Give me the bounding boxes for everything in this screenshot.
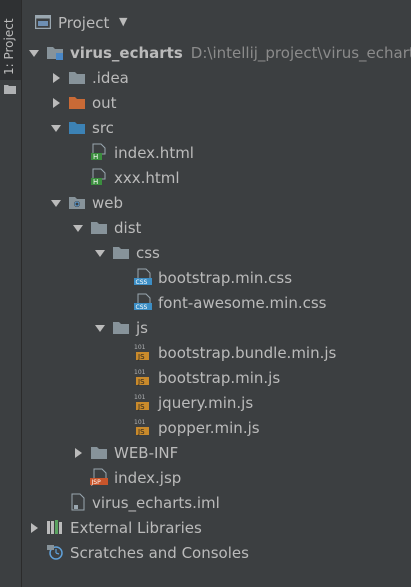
tree-row-virus-echarts[interactable]: virus_echarts D:\intellij_project\virus_e…: [22, 40, 411, 65]
tree-item-label: out: [92, 94, 117, 112]
tree-row-external-libraries[interactable]: External Libraries: [22, 515, 411, 540]
source-folder-icon: [69, 122, 85, 134]
tree-row-web-inf[interactable]: WEB-INF: [22, 440, 411, 465]
tree-item-label: External Libraries: [70, 519, 202, 537]
tree-row-dist[interactable]: dist: [22, 215, 411, 240]
chevron-down-icon[interactable]: ▼: [119, 15, 127, 28]
tree-item-label: index.html: [114, 144, 194, 162]
svg-text:101: 101: [134, 344, 146, 351]
expanded-arrow-icon[interactable]: [28, 47, 40, 59]
js-file-icon: 101 JS: [134, 394, 149, 411]
svg-text:JSP: JSP: [91, 479, 102, 486]
tree-row-xxx-html[interactable]: Hxxx.html: [22, 165, 411, 190]
svg-text:JS: JS: [137, 428, 145, 436]
css-file-icon: CSS: [134, 268, 152, 286]
svg-text:101: 101: [134, 394, 146, 401]
module-path: D:\intellij_project\virus_echarts: [190, 44, 411, 62]
tree-row-bootstrap-bundle-min-js[interactable]: 101 JS bootstrap.bundle.min.js: [22, 340, 411, 365]
tree-row-jquery-min-js[interactable]: 101 JS jquery.min.js: [22, 390, 411, 415]
module-folder-icon: [47, 47, 63, 60]
project-panel-header: Project ▼: [22, 0, 411, 38]
web-folder-icon: [69, 197, 85, 209]
collapsed-arrow-icon[interactable]: [72, 447, 84, 459]
collapsed-arrow-icon[interactable]: [50, 97, 62, 109]
tool-window-stripe: 1: Project: [0, 0, 22, 587]
tree-item-label: js: [136, 319, 148, 337]
html-file-icon: H: [91, 168, 106, 186]
tree-row-out[interactable]: out: [22, 90, 411, 115]
folder-icon: [91, 447, 107, 459]
jsp-file-icon: JSP: [90, 468, 108, 486]
folder-icon: [113, 322, 129, 334]
folder-icon: [69, 72, 85, 84]
expanded-arrow-icon[interactable]: [94, 247, 106, 259]
tree-item-label: Scratches and Consoles: [70, 544, 249, 562]
svg-text:H: H: [93, 178, 98, 186]
tree-item-label: src: [92, 119, 114, 137]
tree-row-index-jsp[interactable]: JSP index.jsp: [22, 465, 411, 490]
tree-item-label: popper.min.js: [158, 419, 260, 437]
tree-row-index-html[interactable]: Hindex.html: [22, 140, 411, 165]
svg-text:101: 101: [134, 369, 146, 376]
css-file-icon: CSS: [134, 293, 152, 311]
tree-item-label: bootstrap.bundle.min.js: [158, 344, 337, 362]
folder-icon: [91, 222, 107, 234]
excluded-folder-icon: [69, 97, 85, 109]
expanded-arrow-icon[interactable]: [94, 322, 106, 334]
scratches-icon: [47, 545, 63, 560]
tree-item-label: web: [92, 194, 124, 212]
tree-item-label: dist: [114, 219, 142, 237]
project-stripe-label[interactable]: 1: Project: [2, 5, 16, 75]
tree-item-label: virus_echarts D:\intellij_project\virus_e…: [70, 44, 411, 62]
html-file-icon: H: [91, 143, 106, 161]
project-panel: Project ▼ virus_echarts D:\intellij_proje…: [22, 0, 411, 587]
tree-item-label: bootstrap.min.css: [158, 269, 293, 287]
tree-row-virus-echarts-iml[interactable]: virus_echarts.iml: [22, 490, 411, 515]
svg-text:JS: JS: [137, 353, 145, 361]
tree-row-font-awesome-min-css[interactable]: CSS font-awesome.min.css: [22, 290, 411, 315]
tree-item-label: xxx.html: [114, 169, 180, 187]
collapsed-arrow-icon[interactable]: [50, 72, 62, 84]
tree-row-popper-min-js[interactable]: 101 JS popper.min.js: [22, 415, 411, 440]
tree-row-bootstrap-min-js[interactable]: 101 JS bootstrap.min.js: [22, 365, 411, 390]
tree-row-js[interactable]: js: [22, 315, 411, 340]
collapsed-arrow-icon[interactable]: [28, 522, 40, 534]
js-file-icon: 101 JS: [134, 344, 149, 361]
js-file-icon: 101 JS: [134, 419, 149, 436]
project-stripe-tab[interactable]: 1: Project: [0, 0, 21, 80]
svg-text:CSS: CSS: [136, 279, 148, 286]
tree-row-idea[interactable]: .idea: [22, 65, 411, 90]
tree-item-label: index.jsp: [114, 469, 182, 487]
project-view-title[interactable]: Project: [58, 14, 109, 32]
tree-item-label: jquery.min.js: [158, 394, 254, 412]
tree-item-label: WEB-INF: [114, 444, 179, 462]
svg-text:101: 101: [134, 419, 146, 426]
svg-text:JS: JS: [137, 403, 145, 411]
folder-icon: [113, 247, 129, 259]
project-view-icon: [35, 15, 51, 29]
js-file-icon: 101 JS: [134, 369, 149, 386]
tree-item-label: .idea: [92, 69, 129, 87]
libraries-icon: [47, 520, 62, 534]
tree-item-label: virus_echarts.iml: [92, 494, 220, 512]
tree-row-src[interactable]: src: [22, 115, 411, 140]
tree-item-label: css: [136, 244, 160, 262]
tree-row-bootstrap-min-css[interactable]: CSS bootstrap.min.css: [22, 265, 411, 290]
expanded-arrow-icon[interactable]: [50, 122, 62, 134]
tree-row-web[interactable]: web: [22, 190, 411, 215]
tree-row-css[interactable]: css: [22, 240, 411, 265]
tree-row-scratches-and-consoles[interactable]: Scratches and Consoles: [22, 540, 411, 565]
tree-item-label: bootstrap.min.js: [158, 369, 281, 387]
tree-item-label: font-awesome.min.css: [158, 294, 327, 312]
svg-text:JS: JS: [137, 378, 145, 386]
folder-icon: [4, 85, 16, 94]
svg-text:H: H: [93, 153, 98, 161]
expanded-arrow-icon[interactable]: [72, 222, 84, 234]
svg-text:CSS: CSS: [136, 304, 148, 311]
iml-file-icon: [71, 493, 85, 511]
expanded-arrow-icon[interactable]: [50, 197, 62, 209]
